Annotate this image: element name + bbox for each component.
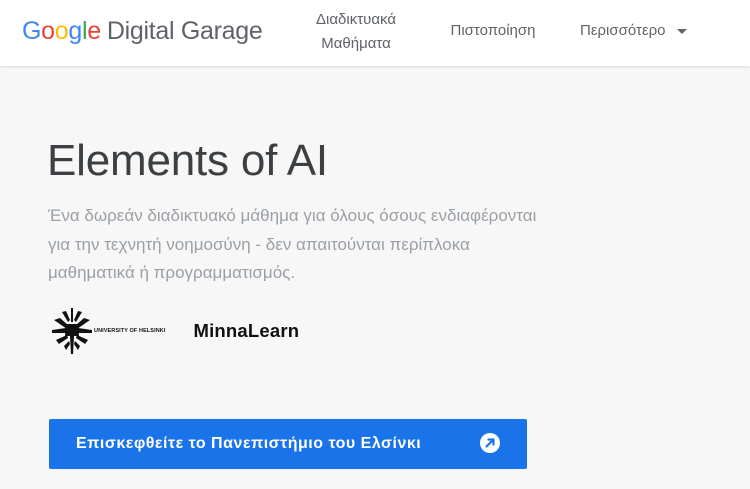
- minnalearn-logo: MinnaLearn: [193, 320, 300, 341]
- visit-university-button[interactable]: Επισκεφθείτε το Πανεπιστήμιο του Ελσίνκι: [49, 419, 527, 469]
- google-wordmark: Google: [22, 17, 101, 45]
- page-subtitle: Ένα δωρεάν διαδικτυακό μάθημα για όλους …: [48, 206, 537, 282]
- helsinki-flame-emblem-icon: [52, 308, 92, 354]
- visit-university-button-label: Επισκεφθείτε το Πανεπιστήμιο του Ελσίνκι: [76, 435, 422, 452]
- caret-down-icon: [676, 28, 687, 34]
- nav-certification[interactable]: Πιστοποίηση: [440, 19, 546, 43]
- nav-online-courses-line1: Διαδικτυακά: [316, 11, 396, 28]
- external-link-arrow-icon: [480, 433, 500, 453]
- page-title: Elements of AI: [47, 136, 328, 185]
- product-name: Digital Garage: [106, 17, 263, 45]
- university-of-helsinki-text: UNIVERSITY OF HELSINKI: [94, 328, 166, 334]
- nav-more-label: Περισσότερο: [580, 22, 666, 39]
- google-digital-garage-logo[interactable]: Google Digital Garage: [22, 17, 263, 49]
- university-of-helsinki-logo: UNIVERSITY OF HELSINKI: [52, 308, 165, 354]
- site-header: Google Digital Garage Διαδικτυακά Μαθήμα…: [0, 0, 750, 66]
- nav-online-courses[interactable]: Διαδικτυακά Μαθήματα: [300, 8, 412, 56]
- partner-logos: UNIVERSITY OF HELSINKI MinnaLearn: [52, 308, 299, 354]
- nav-more-dropdown[interactable]: Περισσότερο: [580, 19, 687, 43]
- nav-online-courses-line2: Μαθήματα: [321, 35, 391, 52]
